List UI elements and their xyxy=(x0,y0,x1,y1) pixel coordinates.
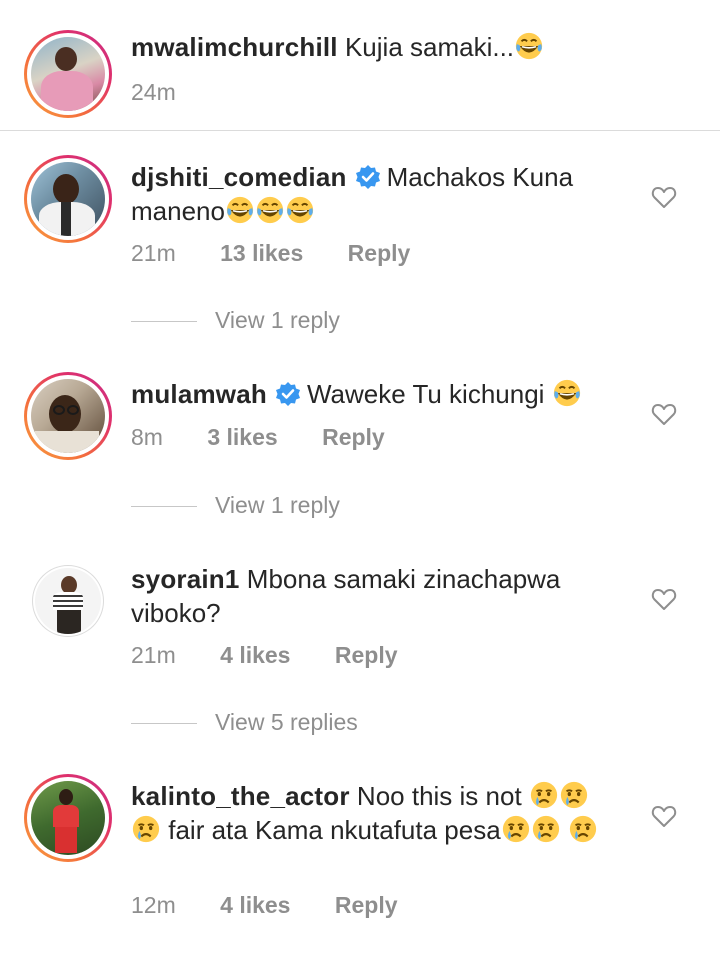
likes-count[interactable]: 3 likes xyxy=(207,424,277,450)
comment-time: 21m xyxy=(131,240,176,266)
likes-count[interactable]: 4 likes xyxy=(220,892,290,918)
caption-meta: 24m xyxy=(131,79,214,106)
likes-count[interactable]: 4 likes xyxy=(220,642,290,668)
reply-button[interactable]: Reply xyxy=(322,424,385,450)
heart-outline-icon[interactable] xyxy=(651,587,677,611)
comment-body: Waweke Tu kichungi xyxy=(306,379,545,409)
comment-text: mulamwah Waweke Tu kichungi xyxy=(131,377,631,411)
avatar-mulamwah[interactable] xyxy=(24,372,112,460)
caption-username[interactable]: mwalimchurchill xyxy=(131,32,338,62)
comment-username[interactable]: mulamwah xyxy=(131,379,267,409)
reply-button[interactable]: Reply xyxy=(335,892,398,918)
heart-outline-icon[interactable] xyxy=(651,804,677,828)
comment-meta: 12m 4 likes Reply xyxy=(131,892,436,919)
comment-time: 21m xyxy=(131,642,176,668)
comment-text: djshiti_comedian Machakos Kuna maneno xyxy=(131,160,611,228)
heart-outline-icon[interactable] xyxy=(651,185,677,209)
likes-count[interactable]: 13 likes xyxy=(220,240,303,266)
joy-emoji-icon xyxy=(514,31,544,61)
comment-text: syorain1 Mbona samaki zinachapwa viboko? xyxy=(131,562,631,630)
comment-meta: 8m 3 likes Reply xyxy=(131,424,423,451)
crying-emoji-icon xyxy=(501,814,531,844)
view-replies-line xyxy=(131,506,197,507)
comment-username[interactable]: syorain1 xyxy=(131,564,240,594)
caption-body: Kujia samaki... xyxy=(344,32,515,62)
comment-body-1: Noo this is not xyxy=(356,781,522,811)
comment-username[interactable]: kalinto_the_actor xyxy=(131,781,350,811)
avatar-kalinto[interactable] xyxy=(24,774,112,862)
heart-outline-icon[interactable] xyxy=(651,402,677,426)
reply-button[interactable]: Reply xyxy=(348,240,411,266)
caption-row: mwalimchurchill Kujia samaki... 24m xyxy=(0,0,720,130)
verified-badge-icon xyxy=(355,164,381,190)
crying-emoji-icon xyxy=(131,814,161,844)
verified-badge-icon xyxy=(275,381,301,407)
avatar-mwalimchurchill[interactable] xyxy=(24,30,112,118)
joy-emoji-icon xyxy=(225,195,255,225)
crying-emoji-icon xyxy=(531,814,561,844)
joy-emoji-icon xyxy=(255,195,285,225)
comment-body-2: fair ata Kama nkutafuta pesa xyxy=(168,815,501,845)
comment-time: 8m xyxy=(131,424,163,450)
view-replies-label: View 5 replies xyxy=(215,709,358,735)
view-replies-label: View 1 reply xyxy=(215,307,340,333)
joy-emoji-icon xyxy=(552,378,582,408)
joy-emoji-icon xyxy=(285,195,315,225)
view-replies-line xyxy=(131,723,197,724)
view-replies-label: View 1 reply xyxy=(215,492,340,518)
crying-emoji-icon xyxy=(529,780,559,810)
comment-meta: 21m 4 likes Reply xyxy=(131,642,436,669)
comment-username[interactable]: djshiti_comedian xyxy=(131,162,347,192)
avatar-syorain1[interactable] xyxy=(32,565,104,637)
reply-button[interactable]: Reply xyxy=(335,642,398,668)
comment-text: kalinto_the_actor Noo this is not fair a… xyxy=(131,779,621,847)
caption-text: mwalimchurchill Kujia samaki... xyxy=(131,30,631,64)
divider xyxy=(0,130,720,131)
view-replies-line xyxy=(131,321,197,322)
comment-time: 12m xyxy=(131,892,176,918)
caption-time: 24m xyxy=(131,79,176,105)
comment-meta: 21m 13 likes Reply xyxy=(131,240,448,267)
avatar-djshiti[interactable] xyxy=(24,155,112,243)
crying-emoji-icon xyxy=(568,814,598,844)
crying-emoji-icon xyxy=(559,780,589,810)
